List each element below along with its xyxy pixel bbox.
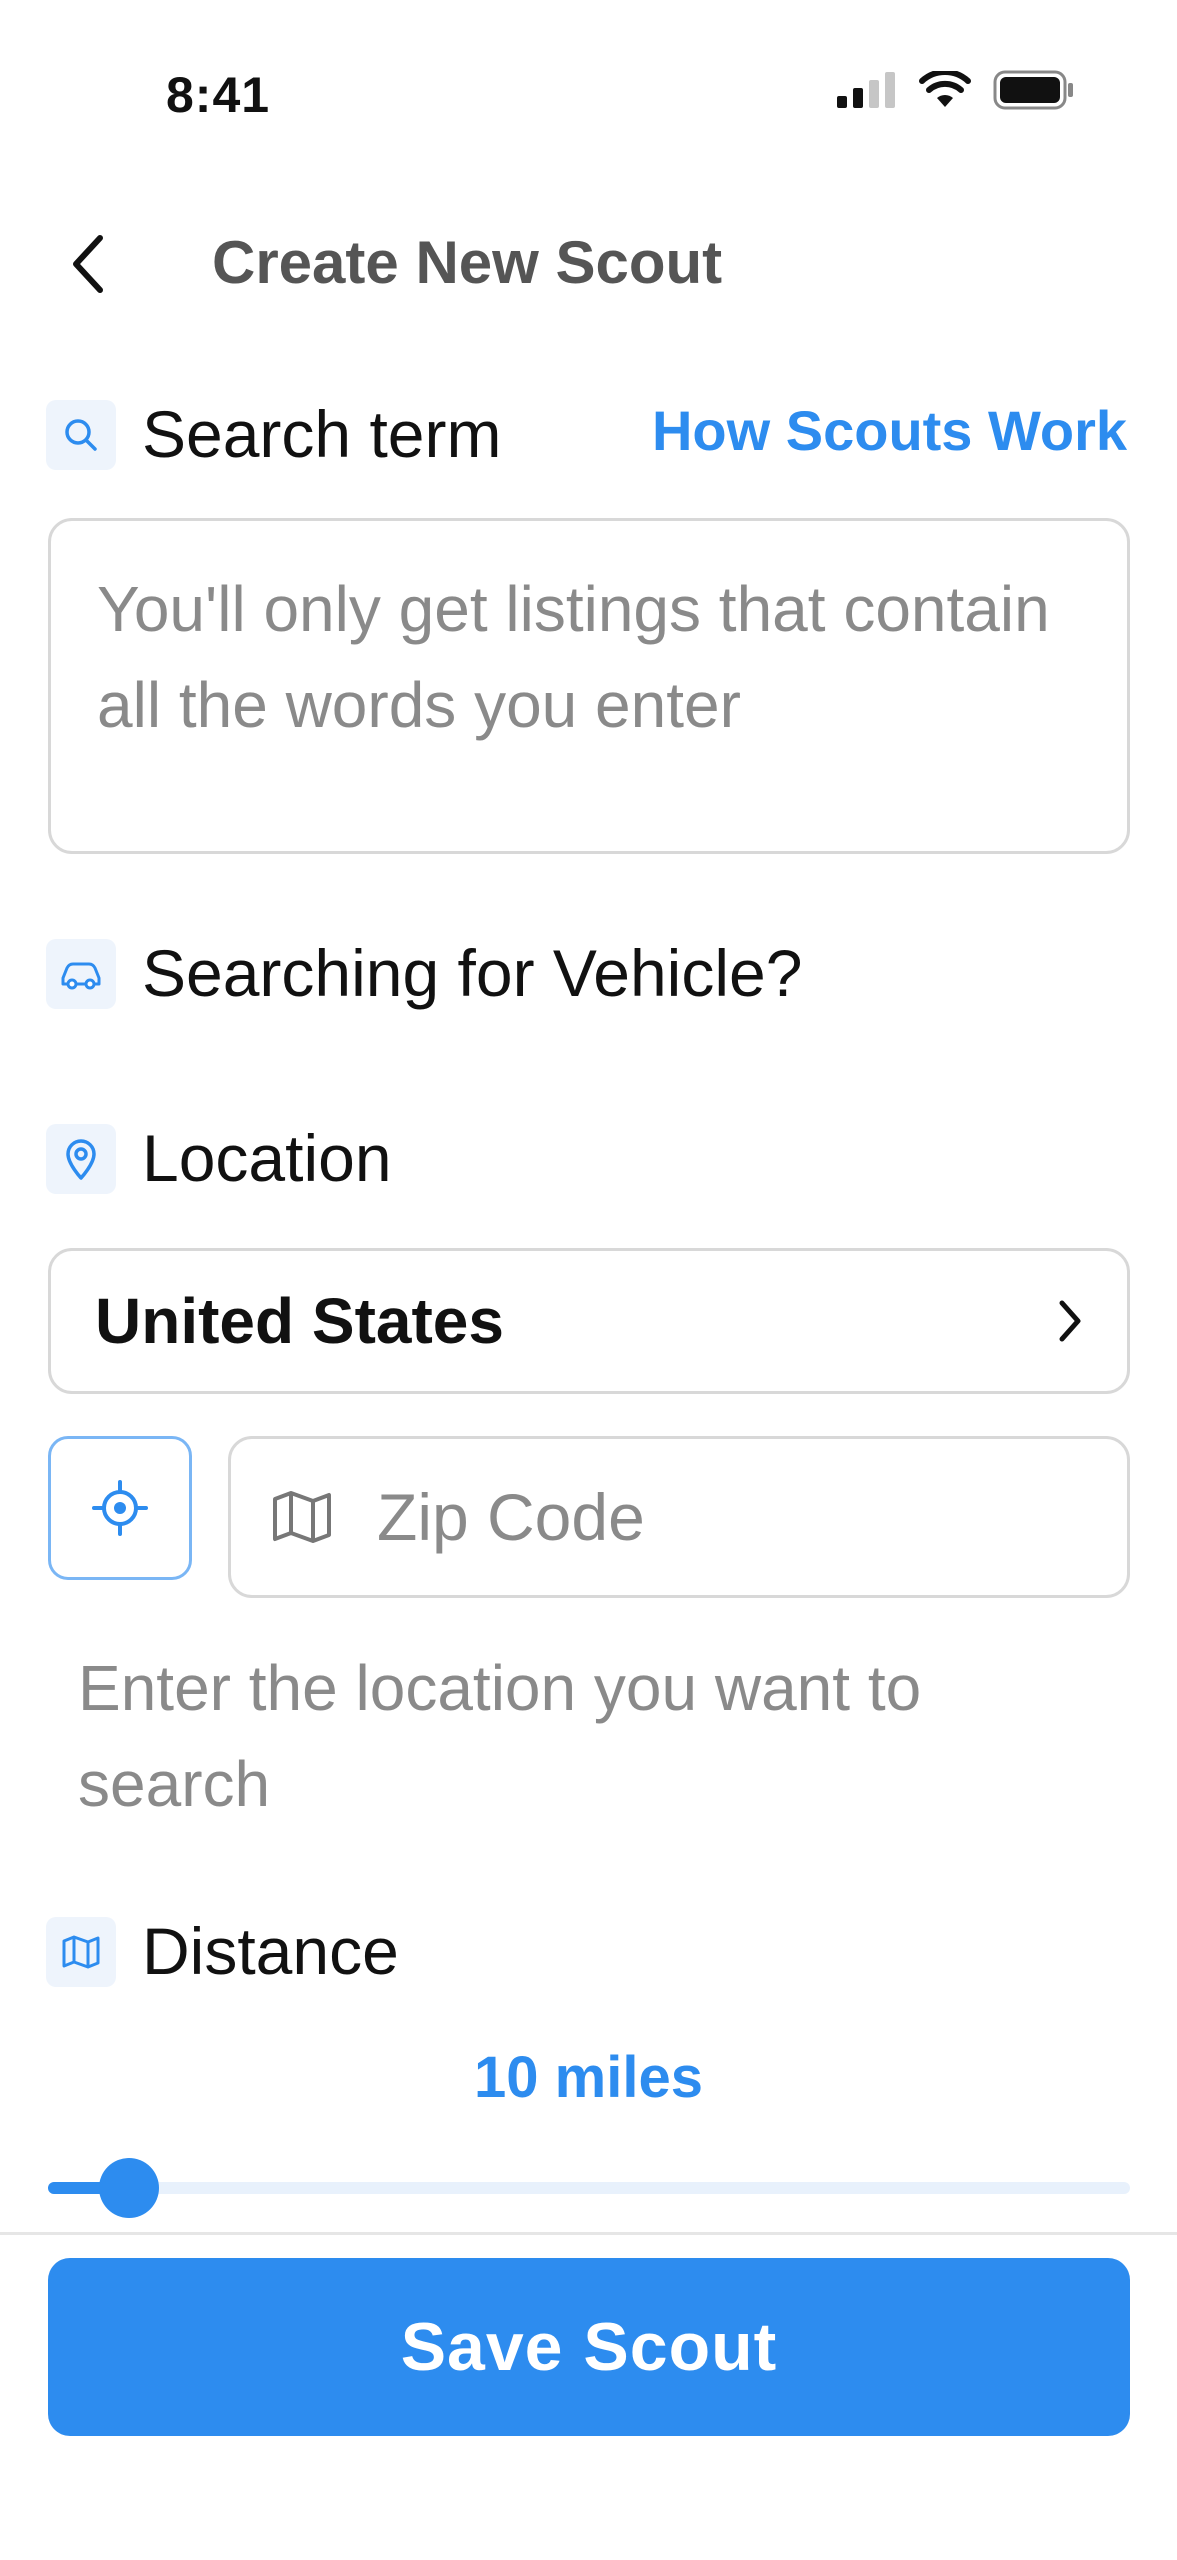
- location-label: Location: [142, 1121, 392, 1195]
- save-scout-button[interactable]: Save Scout: [48, 2258, 1130, 2436]
- map-icon: [273, 1491, 331, 1543]
- car-icon: [46, 939, 116, 1009]
- wifi-icon: [919, 71, 971, 107]
- distance-value: 10 miles: [474, 2045, 703, 2110]
- search-term-input[interactable]: You'll only get listings that contain al…: [48, 518, 1130, 854]
- map-icon: [46, 1917, 116, 1987]
- use-current-location-button[interactable]: [48, 1436, 192, 1580]
- how-scouts-work-link[interactable]: How Scouts Work: [652, 398, 1127, 463]
- page-title: Create New Scout: [212, 229, 723, 296]
- footer-divider: [0, 2232, 1177, 2235]
- search-icon: [46, 400, 116, 470]
- zip-code-input[interactable]: [377, 1479, 977, 1555]
- search-term-placeholder: You'll only get listings that contain al…: [97, 573, 1050, 741]
- distance-slider[interactable]: [48, 2158, 1130, 2218]
- status-bar: 8:41: [0, 0, 1177, 190]
- status-icons: [837, 70, 1075, 110]
- country-select[interactable]: United States: [48, 1248, 1130, 1394]
- slider-thumb[interactable]: [99, 2158, 160, 2218]
- vehicle-toggle-label[interactable]: Searching for Vehicle?: [142, 935, 802, 1011]
- battery-icon: [993, 70, 1073, 110]
- status-time: 8:41: [166, 67, 271, 123]
- nav-header: Create New Scout: [0, 210, 1177, 310]
- location-helper-text: Enter the location you want to search: [78, 1652, 922, 1820]
- crosshair-icon: [92, 1480, 148, 1536]
- country-value: United States: [95, 1285, 504, 1357]
- cellular-signal-icon: [837, 72, 895, 108]
- search-term-label: Search term: [142, 397, 502, 471]
- chevron-left-icon: [73, 235, 103, 293]
- distance-label: Distance: [142, 1914, 399, 1988]
- chevron-right-icon: [1059, 1300, 1081, 1342]
- map-pin-icon: [46, 1124, 116, 1194]
- back-button[interactable]: [48, 224, 128, 304]
- zip-code-field[interactable]: [228, 1436, 1130, 1598]
- slider-track: [48, 2182, 1130, 2194]
